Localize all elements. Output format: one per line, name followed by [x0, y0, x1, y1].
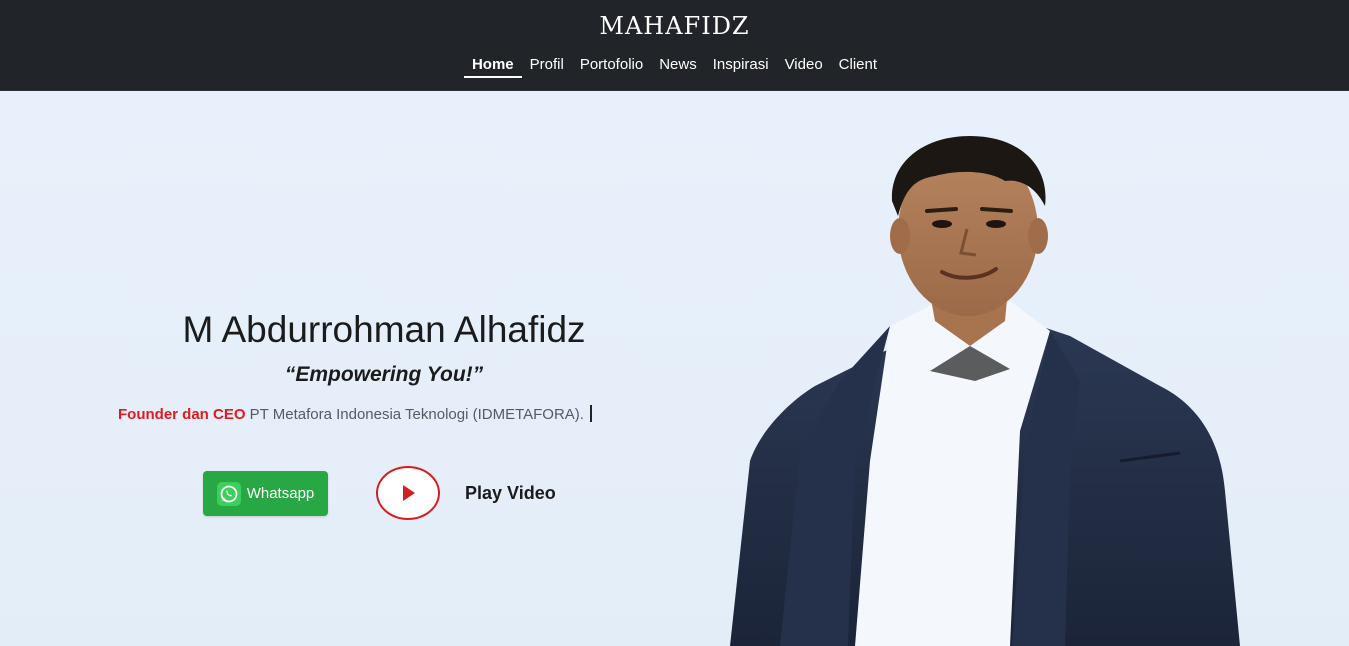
whatsapp-button[interactable]: Whatsapp: [203, 471, 328, 516]
role-highlight: Founder dan CEO: [118, 406, 246, 423]
hero-role: Founder dan CEO PT Metafora Indonesia Te…: [118, 405, 592, 423]
play-video-label[interactable]: Play Video: [465, 483, 556, 504]
portrait-photo: [730, 136, 1240, 646]
nav-inspirasi[interactable]: Inspirasi: [705, 52, 777, 83]
play-button[interactable]: [376, 466, 440, 520]
role-company: PT Metafora Indonesia Teknologi (IDMETAF…: [245, 406, 584, 423]
hero-tagline: “Empowering You!”: [284, 363, 484, 386]
site-brand[interactable]: MAHAFIDZ: [0, 10, 1349, 42]
nav-profil[interactable]: Profil: [522, 52, 572, 83]
whatsapp-label: Whatsapp: [246, 485, 315, 502]
nav-client[interactable]: Client: [831, 52, 885, 83]
hero-section: M Abdurrohman Alhafidz “Empowering You!”…: [0, 91, 1349, 646]
nav-news[interactable]: News: [651, 52, 705, 83]
typing-caret: [589, 405, 592, 422]
whatsapp-icon: [216, 481, 241, 506]
main-nav: Home Profil Portofolio News Inspirasi Vi…: [0, 52, 1349, 83]
nav-video[interactable]: Video: [777, 52, 831, 83]
nav-portofolio[interactable]: Portofolio: [572, 52, 651, 83]
top-navbar: MAHAFIDZ Home Profil Portofolio News Ins…: [0, 0, 1349, 91]
hero-name: M Abdurrohman Alhafidz: [182, 309, 586, 350]
nav-home[interactable]: Home: [463, 52, 522, 83]
play-icon: [403, 485, 415, 501]
play-video-link[interactable]: Play Video: [376, 466, 556, 520]
